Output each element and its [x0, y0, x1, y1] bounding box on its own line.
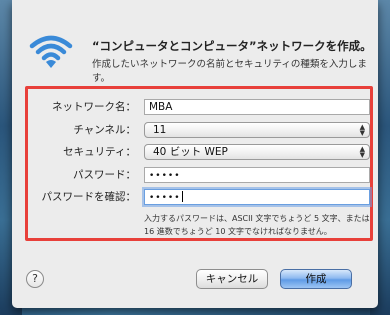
channel-value: 11 [153, 124, 167, 136]
confirm-password-label: パスワードを確認： [41, 191, 137, 203]
up-down-arrows-icon: ▲ ▼ [359, 123, 365, 137]
channel-label: チャンネル： [73, 124, 136, 136]
up-down-arrows-icon: ▲ ▼ [359, 145, 365, 159]
help-button[interactable]: ? [26, 270, 44, 288]
password-dots: ••••• [149, 171, 181, 181]
password-input[interactable]: ••••• [144, 167, 370, 183]
wifi-icon [29, 35, 73, 68]
confirm-password-dots: ••••• [149, 193, 181, 203]
password-hint-line-2: 16 進数でちょうど 10 文字でなければなりません。 [144, 227, 332, 236]
text-cursor [181, 191, 183, 202]
security-select[interactable]: 40 ビット WEP ▲ ▼ [144, 144, 370, 160]
dialog-description: 作成したいネットワークの名前とセキュリティの種類を入力します。 [92, 59, 367, 84]
create-network-dialog: “コンピュータとコンピュータ”ネットワークを作成。 作成したいネットワークの名前… [12, 0, 378, 308]
password-hint: 入力するパスワードは、ASCII 文字でちょうど 5 文字、または 16 進数で… [144, 212, 372, 238]
password-label: パスワード： [73, 169, 136, 181]
password-hint-line-1: 入力するパスワードは、ASCII 文字でちょうど 5 文字、または [144, 214, 370, 223]
security-label: セキュリティ： [63, 146, 136, 158]
network-name-label: ネットワーク名： [52, 101, 136, 113]
confirm-password-input[interactable]: ••••• [144, 189, 370, 205]
network-settings-form: ネットワーク名： MBA チャンネル： 11 ▲ ▼ セキュリティ： 40 ビット… [25, 86, 373, 241]
create-button[interactable]: 作成 [280, 269, 352, 289]
security-value: 40 ビット WEP [153, 146, 228, 158]
dialog-title: “コンピュータとコンピュータ”ネットワークを作成。 [92, 39, 372, 53]
channel-select[interactable]: 11 ▲ ▼ [144, 122, 370, 138]
network-name-input[interactable]: MBA [144, 99, 370, 115]
cancel-button[interactable]: キャンセル [196, 269, 268, 289]
